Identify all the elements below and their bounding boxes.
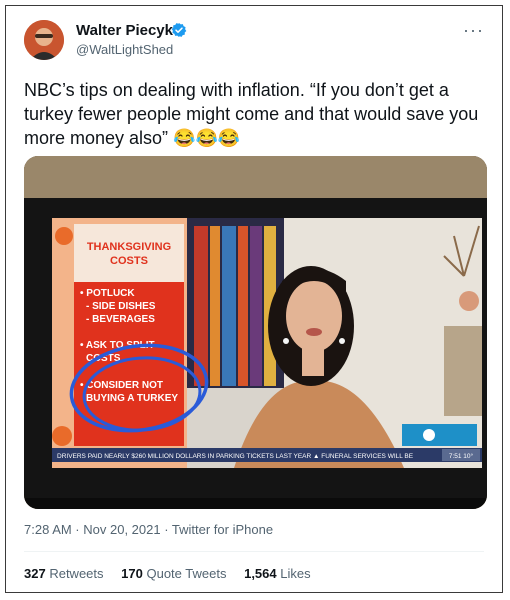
graphic-heading-1: THANKSGIVING (87, 241, 171, 253)
retweets-stat[interactable]: 327 Retweets (24, 566, 104, 581)
divider (24, 551, 484, 552)
more-dots-icon[interactable]: ··· (463, 20, 484, 41)
tweet-stats: 327 Retweets 170 Quote Tweets 1,564 Like… (24, 566, 325, 581)
graphic-item-1: • POTLUCK (80, 288, 135, 299)
graphic-item-1b: - BEVERAGES (86, 314, 155, 325)
author-name[interactable]: Walter Piecyk (76, 22, 173, 39)
quote-tweets-stat[interactable]: 170 Quote Tweets (121, 566, 226, 581)
author-handle[interactable]: @WaltLightShed (76, 42, 173, 57)
nbc-tile (402, 424, 477, 446)
ticker-time: 7:51 10° (449, 452, 474, 460)
tweet-text: NBC’s tips on dealing with inflation. “I… (24, 80, 479, 148)
graphic-item-3a: • CONSIDER NOT (80, 380, 163, 391)
avatar-image (24, 20, 64, 60)
avatar[interactable] (24, 20, 64, 60)
likes-stat[interactable]: 1,564 Likes (244, 566, 311, 581)
graphic-heading-2: COSTS (110, 255, 148, 267)
tweet-timestamp[interactable]: 7:28 AM · Nov 20, 2021 · Twitter for iPh… (24, 522, 273, 537)
tweet-card: Walter Piecyk @WaltLightShed ··· NBC’s t… (5, 5, 503, 593)
tweet-media[interactable]: THANKSGIVING COSTS • POTLUCK - SIDE DISH… (24, 156, 487, 509)
graphic-item-3b: BUYING A TURKEY (86, 393, 178, 404)
tv-photo: THANKSGIVING COSTS • POTLUCK - SIDE DISH… (24, 156, 487, 509)
verified-badge-icon (171, 23, 187, 37)
graphic-item-1a: - SIDE DISHES (86, 301, 156, 312)
ticker-text: DRIVERS PAID NEARLY $260 MILLION DOLLARS… (57, 453, 414, 460)
